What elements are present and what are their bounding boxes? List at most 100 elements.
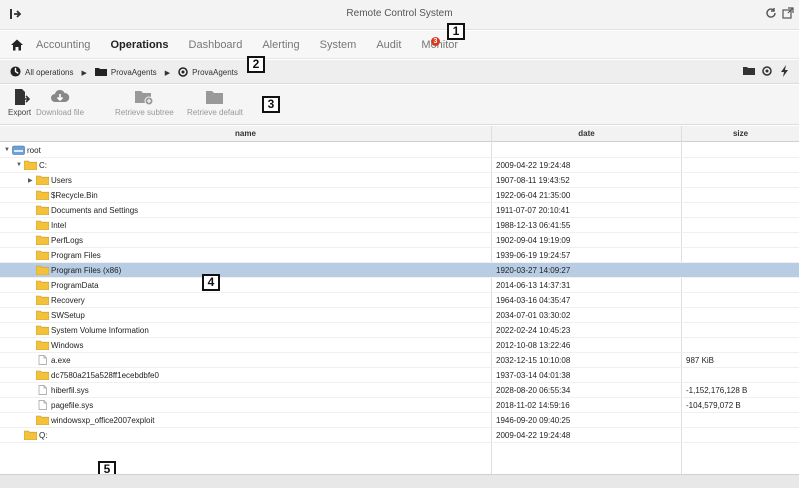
table-row[interactable]: Program Files 1939-06-19 19:24:57 bbox=[0, 248, 799, 263]
file-toolbar: Export Download file Retrieve subtree Re… bbox=[0, 85, 799, 125]
row-date: 2022-02-24 10:45:23 bbox=[496, 326, 571, 335]
row-name: a.exe bbox=[51, 355, 71, 365]
row-date: 1937-03-14 04:01:38 bbox=[496, 371, 571, 380]
menu-audit[interactable]: Audit bbox=[376, 39, 401, 51]
popout-icon[interactable] bbox=[781, 6, 795, 20]
row-date: 2032-12-15 10:10:08 bbox=[496, 356, 571, 365]
menu-operations[interactable]: Operations bbox=[110, 39, 168, 51]
row-date: 2009-04-22 19:24:48 bbox=[496, 431, 571, 440]
menu-alerting[interactable]: Alerting bbox=[262, 39, 299, 51]
table-row[interactable]: windowsxp_office2007exploit 1946-09-20 09… bbox=[0, 413, 799, 428]
operation-folder-icon bbox=[94, 67, 107, 78]
breadcrumb-all-operations[interactable]: All operations bbox=[25, 68, 73, 77]
retrieve-default-button[interactable]: Retrieve default bbox=[187, 88, 243, 117]
cloud-download-icon bbox=[50, 88, 70, 106]
row-date: 2012-10-08 13:22:46 bbox=[496, 341, 571, 350]
table-row[interactable]: ProgramData 2014-06-13 14:37:31 bbox=[0, 278, 799, 293]
row-date: 1988-12-13 06:41:55 bbox=[496, 221, 571, 230]
menu-accounting[interactable]: Accounting bbox=[36, 39, 90, 51]
target-icon bbox=[178, 66, 188, 79]
folder-icon bbox=[36, 310, 51, 320]
table-row[interactable]: System Volume Information 2022-02-24 10:4… bbox=[0, 323, 799, 338]
table-row[interactable]: ▼ C: 2009-04-22 19:24:48 bbox=[0, 158, 799, 173]
table-row[interactable]: PerfLogs 1902-09-04 19:19:09 bbox=[0, 233, 799, 248]
row-date: 2028-08-20 06:55:34 bbox=[496, 386, 571, 395]
folder-icon bbox=[205, 88, 225, 106]
row-date: 1964-03-16 04:35:47 bbox=[496, 296, 571, 305]
folder-icon bbox=[36, 370, 51, 380]
breadcrumb-separator-icon: ▶ bbox=[81, 69, 87, 77]
row-date: 1902-09-04 19:19:09 bbox=[496, 236, 571, 245]
expand-right-icon[interactable]: ▶ bbox=[28, 177, 36, 184]
file-tree-grid: name date size ▼ root ▼ C: 2009-04-22 19:24:… bbox=[0, 126, 799, 474]
row-date: 1907-08-11 19:43:52 bbox=[496, 176, 570, 185]
folder-icon bbox=[36, 340, 51, 350]
folder-icon bbox=[36, 280, 51, 290]
row-name: root bbox=[27, 145, 41, 155]
download-file-button[interactable]: Download file bbox=[36, 88, 84, 117]
table-row[interactable]: Program Files (x86) 1920-03-27 14:09:27 bbox=[0, 263, 799, 278]
table-row[interactable]: Recovery 1964-03-16 04:35:47 bbox=[0, 293, 799, 308]
table-row[interactable]: ▼ root bbox=[0, 143, 799, 158]
row-name: Intel bbox=[51, 220, 67, 230]
file-icon bbox=[36, 355, 51, 365]
expand-down-icon[interactable]: ▼ bbox=[16, 162, 24, 168]
column-header-name[interactable]: name bbox=[0, 129, 491, 138]
breadcrumb-target[interactable]: ProvaAgents bbox=[192, 68, 238, 77]
row-date: 2018-11-02 14:59:16 bbox=[496, 401, 570, 410]
table-row[interactable]: SWSetup 2034-07-01 03:30:02 bbox=[0, 308, 799, 323]
column-header-date[interactable]: date bbox=[492, 129, 681, 138]
monitor-alert-badge: 3 bbox=[431, 37, 440, 46]
home-icon[interactable] bbox=[10, 38, 24, 52]
folder-add-icon bbox=[134, 88, 154, 106]
row-date: 2014-06-13 14:37:31 bbox=[496, 281, 571, 290]
row-name: dc7580a215a528ff1ecebdbfe0 bbox=[51, 370, 159, 380]
column-header-size[interactable]: size bbox=[682, 129, 799, 138]
expand-down-icon[interactable]: ▼ bbox=[4, 147, 12, 153]
menu-system[interactable]: System bbox=[320, 39, 357, 51]
table-row[interactable]: $Recycle.Bin 1922-06-04 21:35:00 bbox=[0, 188, 799, 203]
folder-icon[interactable] bbox=[743, 65, 755, 77]
table-row[interactable]: Intel 1988-12-13 06:41:55 bbox=[0, 218, 799, 233]
row-date: 2034-07-01 03:30:02 bbox=[496, 311, 571, 320]
table-row[interactable]: Documents and Settings 1911-07-07 20:10:4… bbox=[0, 203, 799, 218]
row-name: Users bbox=[51, 175, 72, 185]
export-button[interactable]: Export bbox=[8, 88, 31, 117]
row-name: SWSetup bbox=[51, 310, 85, 320]
breadcrumb-bar: All operations ▶ ProvaAgents ▶ ProvaAgen… bbox=[0, 60, 799, 84]
row-date: 1920-03-27 14:09:27 bbox=[496, 266, 571, 275]
flash-icon[interactable] bbox=[779, 65, 791, 77]
folder-icon bbox=[36, 190, 51, 200]
main-menu: Accounting Operations Dashboard Alerting… bbox=[0, 31, 799, 59]
row-name: $Recycle.Bin bbox=[51, 190, 98, 200]
table-row[interactable]: a.exe 2032-12-15 10:10:08 987 KiB bbox=[0, 353, 799, 368]
row-name: Documents and Settings bbox=[51, 205, 139, 215]
folder-icon bbox=[36, 265, 51, 275]
refresh-icon[interactable] bbox=[764, 6, 778, 20]
window-title: Remote Control System bbox=[346, 8, 453, 19]
retrieve-subtree-button[interactable]: Retrieve subtree bbox=[115, 88, 174, 117]
export-icon bbox=[10, 88, 30, 106]
table-row[interactable]: pagefile.sys 2018-11-02 14:59:16 -104,579,… bbox=[0, 398, 799, 413]
table-row[interactable]: dc7580a215a528ff1ecebdbfe0 1937-03-14 04:… bbox=[0, 368, 799, 383]
table-row[interactable]: Q: 2009-04-22 19:24:48 bbox=[0, 428, 799, 443]
row-name: PerfLogs bbox=[51, 235, 84, 245]
table-row[interactable]: ▶ Users 1907-08-11 19:43:52 bbox=[0, 173, 799, 188]
row-date: 1911-07-07 20:10:41 bbox=[496, 206, 570, 215]
grid-header: name date size bbox=[0, 126, 799, 142]
folder-icon bbox=[36, 415, 51, 425]
target-icon[interactable] bbox=[761, 65, 773, 77]
table-row[interactable]: Windows 2012-10-08 13:22:46 bbox=[0, 338, 799, 353]
table-row[interactable]: hiberfil.sys 2028-08-20 06:55:34 -1,152,17… bbox=[0, 383, 799, 398]
title-bar: Remote Control System bbox=[0, 0, 799, 30]
menu-dashboard[interactable]: Dashboard bbox=[189, 39, 243, 51]
file-icon bbox=[36, 385, 51, 395]
row-name: Q: bbox=[39, 430, 48, 440]
breadcrumb-operation[interactable]: ProvaAgents bbox=[111, 68, 157, 77]
folder-icon bbox=[24, 160, 39, 170]
folder-icon bbox=[36, 220, 51, 230]
row-name: ProgramData bbox=[51, 280, 99, 290]
callout-3: 3 bbox=[262, 96, 280, 113]
callout-4: 4 bbox=[202, 274, 220, 291]
row-date: 1939-06-19 19:24:57 bbox=[496, 251, 571, 260]
